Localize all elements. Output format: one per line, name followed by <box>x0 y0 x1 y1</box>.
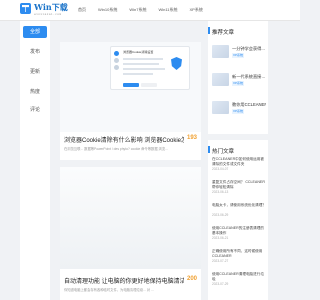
hot-heading: 热门文章 <box>212 149 235 155</box>
top-bar: Win下载 winxiazai.com 首页 Win10系统 Win7系统 Wi… <box>0 0 300 21</box>
thumbnail-line <box>123 73 153 75</box>
recommended-item[interactable]: 教你用CCLEANER… XP系统 <box>212 101 266 129</box>
thumbnail-title: 浏览器Cookie清除设置 <box>123 50 154 54</box>
nav-win7[interactable]: Win7系统 <box>123 0 152 20</box>
sidebar-item-hot[interactable]: 热度 <box>23 86 47 98</box>
recommended-thumbnail <box>212 101 229 114</box>
article-thumbnail: 浏览器Cookie清除设置 <box>60 42 201 132</box>
heading-accent <box>208 27 210 34</box>
dot-icon <box>114 65 119 70</box>
category-tag[interactable]: XP系统 <box>232 53 245 58</box>
heading-accent <box>208 146 210 153</box>
article-summary: 在浏览互联... 数据等PowerPoint / des phyto? cook… <box>64 147 168 151</box>
article-card[interactable]: 自动清理功能 让电脑的你更好地保持电脑清洁 200 你知道电脑上都会存有各种临时… <box>60 167 201 300</box>
view-count: 200 <box>186 276 197 282</box>
category-tag[interactable]: XP系统 <box>232 81 245 86</box>
category-tag[interactable]: XP系统 <box>232 109 245 114</box>
hot-articles-panel: 热门文章 在CCLEANER中如何使用运用被清除的文件或文件夹 2023-04-… <box>208 140 268 300</box>
nav-xp[interactable]: XP系统 <box>184 0 209 20</box>
hot-title[interactable]: 正确使用所有不同，这时候使用CCLEANER <box>212 249 266 259</box>
hot-title[interactable]: 使用CCLEANER清理电脑进行垃圾 <box>212 272 266 282</box>
article-title[interactable]: 浏览器Cookie清除有什么影响 浏览器Cookie怎么... <box>64 135 184 144</box>
hot-item[interactable]: 电脑太卡，请使用系统优化清理？ 2023-06-29 <box>212 203 266 217</box>
thumbnail-line <box>123 58 163 60</box>
view-count: 193 <box>186 135 197 141</box>
article-thumbnail <box>60 167 201 269</box>
site-domain: winxiazai.com <box>34 12 62 16</box>
hot-item[interactable]: 使用CCLEANER清理电脑进行垃圾 2023-07-29 <box>212 272 266 286</box>
hot-title[interactable]: 重复文件占存空间？ CCLEANER帮你轻松清除 <box>212 180 266 190</box>
nav-home[interactable]: 首页 <box>72 0 92 20</box>
article-summary: 你知道电脑上都会存有各种临时文件，为电脑清理垃圾... 对 ... <box>64 288 154 292</box>
sidebar-item-update[interactable]: 更新 <box>23 66 47 78</box>
hot-date: 2023-06-13 <box>212 190 229 194</box>
hot-title[interactable]: 电脑太卡，请使用系统优化清理？ <box>212 203 266 213</box>
hot-item[interactable]: 使用CCLEANER的注册表清理的基本操作 2023-06-21 <box>212 226 266 240</box>
recommended-panel: 推荐文章 一分钟学会获得... XP系统 新一代系统直接… XP系统 教你用CC… <box>208 21 268 134</box>
dot-icon <box>114 51 119 56</box>
recommended-item[interactable]: 一分钟学会获得... XP系统 <box>212 45 266 73</box>
hot-date: 2023-07-27 <box>212 259 229 263</box>
recommended-heading: 推荐文章 <box>212 30 235 36</box>
hot-date: 2023-06-21 <box>212 236 229 240</box>
hot-date: 2023-04-07 <box>212 167 229 171</box>
recommended-title[interactable]: 新一代系统直接… <box>232 74 266 80</box>
recommended-item[interactable]: 新一代系统直接… XP系统 <box>212 73 266 101</box>
thumbnail-line <box>123 63 159 65</box>
hot-date: 2023-06-29 <box>212 213 229 217</box>
thumbnail-button <box>123 83 139 87</box>
hot-item[interactable]: 重复文件占存空间？ CCLEANER帮你轻松清除 2023-06-13 <box>212 180 266 194</box>
nav-win10[interactable]: Win10系统 <box>92 0 123 20</box>
thumbnail-window: 浏览器Cookie清除设置 <box>110 46 190 90</box>
article-card[interactable]: 浏览器Cookie清除设置 浏览器Cookie清除有什么影响 浏览器Cookie… <box>60 42 201 160</box>
hot-title[interactable]: 使用CCLEANER的注册表清理的基本操作 <box>212 226 266 236</box>
recommended-title[interactable]: 教你用CCLEANER… <box>232 102 266 108</box>
sidebar-item-comment[interactable]: 评论 <box>23 104 47 116</box>
dot-icon <box>114 58 119 63</box>
thumbnail-line <box>123 68 165 70</box>
hot-date: 2023-07-29 <box>212 282 229 286</box>
thumbnail-button <box>141 83 157 87</box>
site-logo[interactable]: Win下载 winxiazai.com <box>20 2 76 19</box>
hot-item[interactable]: 在CCLEANER中如何使用运用被清除的文件或文件夹 2023-04-07 <box>212 157 266 171</box>
sidebar-item-all[interactable]: 全部 <box>23 26 47 38</box>
logo-icon <box>20 3 31 14</box>
hot-title[interactable]: 在CCLEANER中如何使用运用被清除的文件或文件夹 <box>212 157 266 167</box>
sidebar-item-publish[interactable]: 发布 <box>23 46 47 58</box>
hot-item[interactable]: 正确使用所有不同，这时候使用CCLEANER 2023-07-27 <box>212 249 266 263</box>
shield-icon <box>171 57 182 70</box>
main-nav: 首页 Win10系统 Win7系统 Win11系统 XP系统 <box>72 0 209 20</box>
recommended-thumbnail <box>212 45 229 58</box>
recommended-title[interactable]: 一分钟学会获得... <box>232 46 266 52</box>
nav-win11[interactable]: Win11系统 <box>152 0 183 20</box>
article-title[interactable]: 自动清理功能 让电脑的你更好地保持电脑清洁 <box>64 276 184 285</box>
category-sidebar: 全部 发布 更新 热度 评论 <box>20 21 50 300</box>
recommended-thumbnail <box>212 73 229 86</box>
